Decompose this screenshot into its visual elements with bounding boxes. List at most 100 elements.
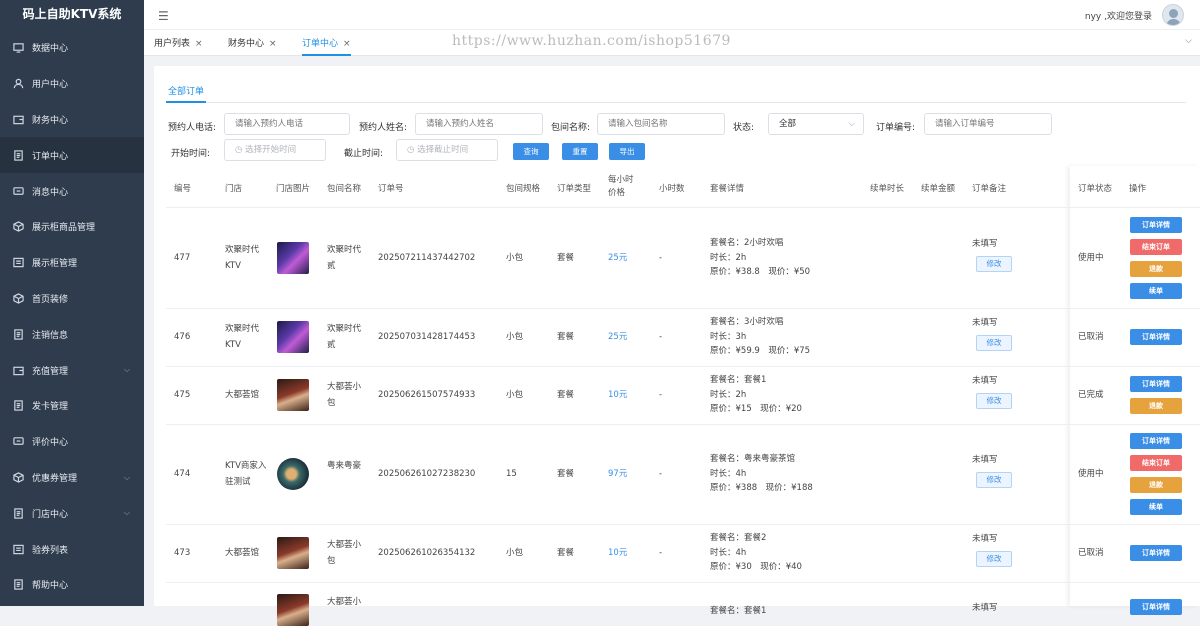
order-detail-button[interactable]: 订单详情 [1130, 376, 1182, 392]
sidebar-item[interactable]: 消息中心 [0, 173, 144, 209]
start-time-placeholder: 选择开始时间 [245, 145, 297, 155]
avatar[interactable] [1162, 4, 1184, 26]
order-type: 套餐 [557, 253, 575, 263]
sidebar-item-label: 优惠券管理 [32, 473, 78, 484]
sidebar-item-label: 注销信息 [32, 330, 69, 341]
col-header: 订单号 [378, 184, 404, 194]
refund-button[interactable]: 退款 [1130, 398, 1182, 414]
name-label: 预约人姓名: [359, 123, 408, 133]
renew-button[interactable]: 续单 [1130, 499, 1182, 515]
sidebar-item[interactable]: 展示柜管理 [0, 245, 144, 281]
close-icon[interactable]: × [195, 39, 203, 49]
order-detail-button[interactable]: 订单详情 [1130, 217, 1182, 233]
divider [166, 102, 1186, 103]
row-divider [166, 366, 1200, 367]
end-time-picker[interactable]: ◷ 选择截止时间 [396, 139, 498, 161]
store-image [277, 321, 309, 353]
order-id: 475 [174, 390, 191, 400]
sidebar-item[interactable]: 订单中心 [0, 137, 144, 174]
package-name: 套餐名：2小时欢唱 [710, 238, 784, 248]
col-header: 订单备注 [972, 184, 1007, 194]
store-image [277, 458, 309, 490]
message-icon [12, 436, 24, 448]
tab-finance[interactable]: 财务中心 × [228, 36, 277, 49]
status-select[interactable]: 全部 ⌵ [768, 113, 864, 135]
start-time-label: 开始时间: [171, 149, 211, 159]
room-label: 包间名称: [551, 123, 591, 133]
tab-label: 财务中心 [228, 39, 265, 49]
package-price: 原价：¥15 现价：¥20 [710, 404, 802, 414]
order-number: 202506261026354132 [378, 548, 476, 558]
sidebar-item[interactable]: 财务中心 [0, 102, 144, 138]
sidebar-item[interactable]: 数据中心 [0, 30, 144, 66]
modify-button[interactable]: 修改 [976, 335, 1012, 351]
chevron-down-icon: ⌵ [848, 119, 855, 129]
order-panel: 全部订单 预约人电话: 预约人姓名: 包间名称: 状态: 全部 ⌵ 订单编号: 开… [154, 66, 1200, 626]
order-note: 未填写 [972, 455, 998, 465]
package-duration: 时长：2h [710, 253, 747, 263]
sidebar-item-label: 首页装修 [32, 294, 69, 305]
room-input[interactable] [597, 113, 725, 135]
store-image [277, 379, 309, 411]
modify-button[interactable]: 修改 [976, 551, 1012, 567]
export-button[interactable]: 导出 [609, 143, 645, 160]
renew-button[interactable]: 续单 [1130, 283, 1182, 299]
close-icon[interactable]: × [269, 39, 277, 49]
order-detail-button[interactable]: 订单详情 [1130, 329, 1182, 345]
sidebar-item[interactable]: 首页装修 [0, 281, 144, 317]
modify-button[interactable]: 修改 [976, 393, 1012, 409]
modify-button[interactable]: 修改 [976, 256, 1012, 272]
order-detail-button[interactable]: 订单详情 [1130, 433, 1182, 449]
hourly-price: 25元 [608, 253, 628, 263]
search-button[interactable]: 查询 [513, 143, 549, 160]
sidebar-item-label: 门店中心 [32, 509, 69, 520]
sidebar-item[interactable]: 充值管理 ⌵ [0, 352, 144, 388]
col-header: 操作 [1129, 184, 1147, 194]
sidebar-item[interactable]: 注销信息 [0, 316, 144, 352]
start-time-picker[interactable]: ◷ 选择开始时间 [224, 139, 326, 161]
sidebar-item-label: 消息中心 [32, 187, 69, 198]
package-duration: 时长：4h [710, 548, 747, 558]
sidebar-item[interactable]: 帮助中心 [0, 567, 144, 603]
refund-button[interactable]: 退款 [1130, 261, 1182, 277]
order-note: 未填写 [972, 318, 998, 328]
package-price: 原价：¥38.8 现价：¥50 [710, 267, 811, 277]
sidebar-item[interactable]: 发卡管理 [0, 388, 144, 424]
order-number: 202506261027238230 [378, 469, 476, 479]
end-order-button[interactable]: 结束订单 [1130, 455, 1182, 471]
sidebar-item[interactable]: 门店中心 ⌵ [0, 495, 144, 531]
sidebar-item-label: 数据中心 [32, 44, 69, 55]
name-input[interactable] [415, 113, 543, 135]
modify-button[interactable]: 修改 [976, 472, 1012, 488]
sidebar-item[interactable]: 验券列表 [0, 531, 144, 567]
chevron-down-icon[interactable]: ⌵ [1185, 36, 1192, 46]
phone-input[interactable] [224, 113, 350, 135]
store-name: 大都荟馆 [225, 390, 260, 400]
package-name: 套餐名：套餐1 [710, 375, 767, 385]
tab-all-orders[interactable]: 全部订单 [168, 84, 204, 97]
tab-orders[interactable]: 订单中心 × [302, 36, 351, 56]
reset-button[interactable]: 重置 [562, 143, 598, 160]
order-no-input[interactable] [924, 113, 1052, 135]
box-icon [12, 292, 24, 304]
row-divider [166, 308, 1200, 309]
close-icon[interactable]: × [343, 39, 351, 49]
order-id: 473 [174, 548, 191, 558]
order-detail-button[interactable]: 订单详情 [1130, 599, 1182, 615]
menu-toggle-icon[interactable]: ☰ [158, 9, 169, 23]
tab-user-list[interactable]: 用户列表 × [154, 36, 203, 49]
end-time-placeholder: 选择截止时间 [417, 145, 469, 155]
sidebar-item[interactable]: 优惠券管理 ⌵ [0, 460, 144, 496]
refund-button[interactable]: 退款 [1130, 477, 1182, 493]
sidebar-item[interactable]: 评价中心 [0, 424, 144, 460]
sidebar-item[interactable]: 用户中心 [0, 66, 144, 102]
sidebar-item[interactable]: 展示柜商品管理 [0, 209, 144, 245]
order-note: 未填写 [972, 239, 998, 249]
active-indicator [166, 101, 206, 103]
end-order-button[interactable]: 结束订单 [1130, 239, 1182, 255]
order-type: 套餐 [557, 548, 575, 558]
hourly-price: 10元 [608, 390, 628, 400]
order-status: 已取消 [1078, 548, 1104, 558]
sidebar-menu: 数据中心用户中心 财务中心 订单中心消息中心展示柜商品管理 展示柜管理首页装修注销信息… [0, 30, 144, 603]
order-detail-button[interactable]: 订单详情 [1130, 545, 1182, 561]
